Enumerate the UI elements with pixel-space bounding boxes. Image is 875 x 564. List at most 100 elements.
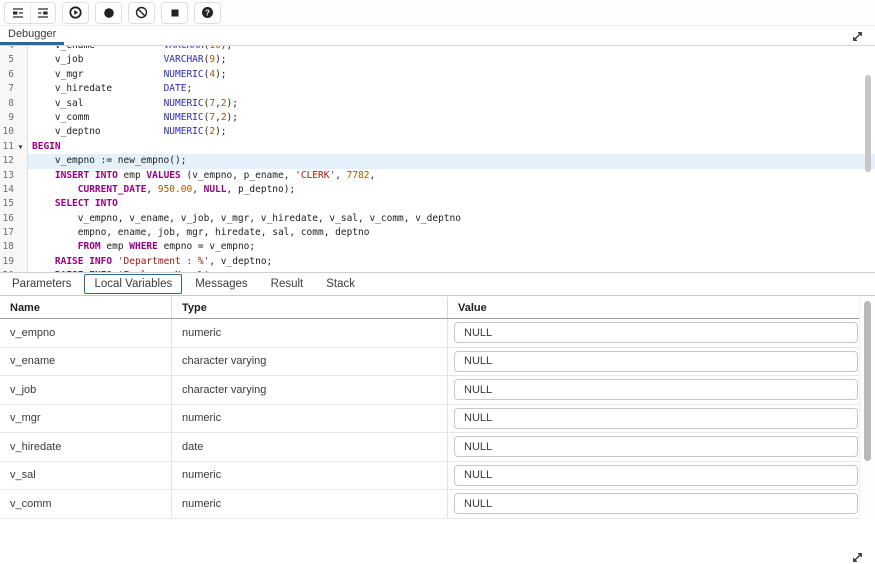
gutter-line-16[interactable]: 16 [0, 212, 28, 226]
code-line-19[interactable]: 19 RAISE INFO 'Department : %', v_deptno… [0, 255, 875, 269]
panel-expand-button[interactable] [850, 550, 864, 564]
gutter-line-17[interactable]: 17 [0, 226, 28, 240]
code-text: empno, ename, job, mgr, hiredate, sal, c… [28, 226, 875, 240]
variable-row-v_job: v_jobcharacter varying [0, 376, 875, 405]
continue-button-group [62, 2, 89, 24]
column-header-name[interactable]: Name [0, 297, 172, 318]
value-input[interactable] [454, 493, 858, 514]
continue-icon [69, 6, 82, 19]
tab-parameters[interactable]: Parameters [2, 274, 81, 294]
code-line-14[interactable]: 14 CURRENT_DATE, 950.00, NULL, p_deptno)… [0, 183, 875, 197]
variable-value-cell [448, 376, 858, 404]
code-line-10[interactable]: 10 v_deptno NUMERIC(2); [0, 125, 875, 139]
code-editor[interactable]: 4 v_ename VARCHAR(10);5 v_job VARCHAR(9)… [0, 46, 875, 272]
gutter-line-12[interactable]: 12 [0, 154, 28, 168]
stop-button-group [161, 2, 188, 24]
column-header-value[interactable]: Value [448, 297, 858, 318]
stop-icon [169, 7, 181, 19]
code-text: v_deptno NUMERIC(2); [28, 125, 875, 139]
code-line-7[interactable]: 7 v_hiredate DATE; [0, 82, 875, 96]
code-line-16[interactable]: 16 v_empno, v_ename, v_job, v_mgr, v_hir… [0, 212, 875, 226]
clear-breakpoints-button-group [128, 2, 155, 24]
line-number: 8 [0, 97, 14, 111]
editor-vertical-scrollbar[interactable] [865, 75, 871, 172]
gutter-line-5[interactable]: 5 [0, 53, 28, 67]
code-line-4[interactable]: 4 v_ename VARCHAR(10); [0, 46, 875, 53]
gutter-line-10[interactable]: 10 [0, 125, 28, 139]
variable-row-v_ename: v_enamecharacter varying [0, 348, 875, 377]
line-number: 6 [0, 68, 14, 82]
code-line-12[interactable]: 12 v_empno := new_empno(); [0, 154, 875, 168]
variable-name: v_hiredate [0, 433, 172, 461]
grid-scrollbar-track[interactable] [859, 297, 875, 519]
expand-icon [851, 551, 864, 564]
step-over-button[interactable] [30, 3, 55, 23]
gutter-line-7[interactable]: 7 [0, 82, 28, 96]
tab-debugger[interactable]: Debugger [0, 26, 64, 45]
code-text: BEGIN [28, 140, 875, 154]
toggle-breakpoint-button[interactable] [96, 3, 121, 23]
step-into-icon [12, 7, 24, 19]
gutter-line-6[interactable]: 6 [0, 68, 28, 82]
column-header-type[interactable]: Type [172, 297, 448, 318]
variable-value-cell [448, 319, 858, 347]
code-text: v_job VARCHAR(9); [28, 53, 875, 67]
variable-type: character varying [172, 376, 448, 404]
value-input[interactable] [454, 436, 858, 457]
fold-gutter [14, 46, 27, 53]
tab-result[interactable]: Result [261, 274, 314, 294]
gutter-line-18[interactable]: 18 [0, 240, 28, 254]
code-line-18[interactable]: 18 FROM emp WHERE empno = v_empno; [0, 240, 875, 254]
help-button[interactable]: ? [195, 3, 220, 23]
line-number: 12 [0, 154, 14, 168]
variable-type: numeric [172, 405, 448, 433]
help-button-group: ? [194, 2, 221, 24]
tab-messages[interactable]: Messages [185, 274, 257, 294]
value-input[interactable] [454, 408, 858, 429]
fold-gutter [14, 68, 27, 82]
fold-gutter [14, 197, 27, 211]
gutter-line-19[interactable]: 19 [0, 255, 28, 269]
gutter-line-11[interactable]: 11▼ [0, 140, 28, 154]
clear-all-breakpoints-button[interactable] [129, 3, 154, 23]
code-text: v_empno := new_empno(); [28, 154, 875, 168]
step-into-button[interactable] [5, 3, 30, 23]
editor-expand-button[interactable] [850, 29, 864, 43]
value-input[interactable] [454, 351, 858, 372]
fold-marker-icon[interactable]: ▼ [14, 140, 27, 154]
code-line-17[interactable]: 17 empno, ename, job, mgr, hiredate, sal… [0, 226, 875, 240]
document-tabbar: Debugger [0, 26, 875, 46]
gutter-line-13[interactable]: 13 [0, 169, 28, 183]
value-input[interactable] [454, 379, 858, 400]
gutter-line-9[interactable]: 9 [0, 111, 28, 125]
fold-gutter [14, 154, 27, 168]
continue-button[interactable] [63, 3, 88, 23]
variable-value-cell [448, 462, 858, 490]
code-line-9[interactable]: 9 v_comm NUMERIC(7,2); [0, 111, 875, 125]
variable-type: numeric [172, 462, 448, 490]
code-line-8[interactable]: 8 v_sal NUMERIC(7,2); [0, 97, 875, 111]
variable-row-v_comm: v_commnumeric [0, 490, 875, 519]
fold-gutter [14, 97, 27, 111]
grid-header: NameTypeValue [0, 297, 875, 319]
stop-button[interactable] [162, 3, 187, 23]
value-input[interactable] [454, 322, 858, 343]
gutter-line-14[interactable]: 14 [0, 183, 28, 197]
tab-local-variables[interactable]: Local Variables [84, 274, 182, 294]
value-input[interactable] [454, 465, 858, 486]
variable-name: v_ename [0, 348, 172, 376]
tab-stack[interactable]: Stack [316, 274, 365, 294]
code-line-5[interactable]: 5 v_job VARCHAR(9); [0, 53, 875, 67]
code-line-13[interactable]: 13 INSERT INTO emp VALUES (v_empno, p_en… [0, 169, 875, 183]
gutter-line-15[interactable]: 15 [0, 197, 28, 211]
variable-row-v_sal: v_salnumeric [0, 462, 875, 491]
grid-vertical-scrollbar[interactable] [864, 301, 871, 461]
gutter-line-4[interactable]: 4 [0, 46, 28, 53]
code-area: 4 v_ename VARCHAR(10);5 v_job VARCHAR(9)… [0, 46, 875, 272]
gutter-line-8[interactable]: 8 [0, 97, 28, 111]
code-line-11[interactable]: 11▼BEGIN [0, 140, 875, 154]
code-line-15[interactable]: 15 SELECT INTO [0, 197, 875, 211]
code-line-6[interactable]: 6 v_mgr NUMERIC(4); [0, 68, 875, 82]
svg-text:?: ? [205, 8, 210, 17]
fold-gutter [14, 53, 27, 67]
